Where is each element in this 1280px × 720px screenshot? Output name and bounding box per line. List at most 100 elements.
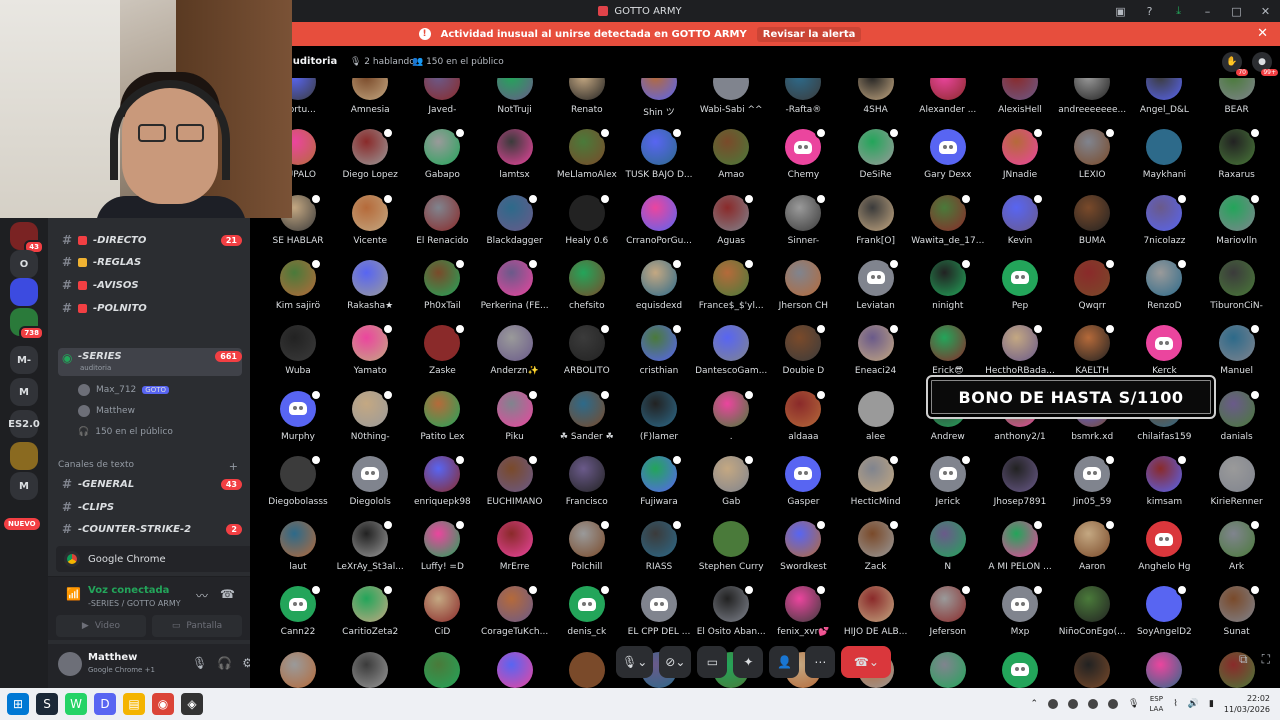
camera-button[interactable]: ⊘ ⌄ [659, 646, 692, 678]
participant-tile[interactable]: Qwqrr [1056, 254, 1128, 319]
participant-tile[interactable]: Murphy [262, 385, 334, 450]
clock[interactable]: 22:02 11/03/2026 [1224, 693, 1270, 715]
participant-tile[interactable]: Jeferson [912, 580, 984, 645]
participant-tile[interactable]: HIJO DE ALB... [840, 580, 912, 645]
discord-icon[interactable]: D [94, 693, 116, 715]
participant-tile[interactable]: Piku [479, 385, 551, 450]
participant-tile[interactable]: NotTruji [479, 78, 551, 123]
participant-tile[interactable]: Aguas [695, 189, 767, 254]
add-channel-icon[interactable]: + [229, 460, 238, 473]
participant-tile[interactable]: Anghelo Hg [1128, 515, 1200, 580]
participant-tile[interactable]: BEAR [1201, 78, 1273, 123]
participant-tile[interactable]: RenzoD [1128, 254, 1200, 319]
participant-tile[interactable]: ARBOLITO [551, 319, 623, 384]
participant-tile[interactable] [406, 646, 478, 688]
participant-tile[interactable]: Maykhani [1128, 123, 1200, 188]
participant-tile[interactable]: Patito Lex [406, 385, 478, 450]
chevron-down-icon[interactable]: ⌄ [869, 655, 879, 669]
participant-tile[interactable]: NiñoConEgo(... [1056, 580, 1128, 645]
video-button[interactable]: ▶ Video [56, 615, 146, 637]
participant-tile[interactable]: Leviatan [840, 254, 912, 319]
participant-tile[interactable]: Kevin [984, 189, 1056, 254]
participant-tile[interactable] [912, 646, 984, 688]
participant-tile[interactable]: Perkerina (FE... [479, 254, 551, 319]
participant-tile[interactable]: Gasper [767, 450, 839, 515]
mic-icon[interactable]: 🎙 [1128, 699, 1139, 709]
participant-tile[interactable]: Stephen Curry [695, 515, 767, 580]
participant-tile[interactable]: Anderzn✨ [479, 319, 551, 384]
stage-user[interactable]: Max_712 GOTO [78, 381, 170, 399]
participant-tile[interactable]: andreeeeeee... [1056, 78, 1128, 123]
voice-channel-name[interactable]: -SERIES / GOTTO ARMY [88, 599, 181, 608]
app-icon[interactable]: ◈ [181, 693, 203, 715]
screen-share-button[interactable]: ▭ Pantalla [152, 615, 242, 637]
participant-tile[interactable]: Gabapo [406, 123, 478, 188]
more-button[interactable]: ⋯ [805, 646, 836, 678]
tray-app-icon[interactable] [1068, 699, 1079, 709]
participant-tile[interactable]: chefsito [551, 254, 623, 319]
tray-app-icon[interactable] [1088, 699, 1099, 709]
participant-tile[interactable]: CorageTuKch... [479, 580, 551, 645]
participant-tile[interactable] [479, 646, 551, 688]
participant-tile[interactable]: MeLlamoAlex [551, 123, 623, 188]
participant-tile[interactable]: Wawita_de_17... [911, 189, 984, 254]
participant-tile[interactable]: Doubie D [767, 319, 839, 384]
mute-button[interactable]: 🎙 ⌄ [616, 646, 654, 678]
battery-icon[interactable]: ▮ [1209, 699, 1214, 709]
participant-tile[interactable]: Diegobolasss [262, 450, 334, 515]
participant-tile[interactable] [1128, 646, 1200, 688]
participant-tile[interactable]: Amao [695, 123, 767, 188]
participant-tile[interactable]: Zaske [406, 319, 478, 384]
participant-tile[interactable]: Shin ツ [623, 78, 695, 123]
participant-tile[interactable]: HecticMind [840, 450, 912, 515]
participant-tile[interactable]: 4SHA [840, 78, 912, 123]
participant-tile[interactable]: LeXrAy_St3al... [334, 515, 406, 580]
participant-tile[interactable]: Aaron [1056, 515, 1128, 580]
participant-tile[interactable]: CaritioZeta2 [334, 580, 406, 645]
participant-tile[interactable]: Sunat [1201, 580, 1273, 645]
participant-tile[interactable]: CiD [406, 580, 478, 645]
close-icon[interactable]: ✕ [1257, 26, 1268, 41]
disconnect-icon[interactable]: ☎ [220, 587, 235, 601]
participant-tile[interactable]: -Rafta® [767, 78, 839, 123]
participant-tile[interactable]: Diegolols [334, 450, 406, 515]
participant-tile[interactable]: Wabi-Sabi ^^ [695, 78, 767, 123]
participant-tile[interactable]: Jerick [912, 450, 984, 515]
participant-tile[interactable]: Sinner- [767, 189, 839, 254]
language-indicator[interactable]: ESP LAA [1149, 694, 1163, 714]
participant-tile[interactable] [1056, 646, 1128, 688]
participant-tile[interactable]: N0thing- [334, 385, 406, 450]
participant-tile[interactable]: cristhian [623, 319, 695, 384]
participant-tile[interactable]: JNnadie [984, 123, 1056, 188]
participant-tile[interactable]: Francisco [551, 450, 623, 515]
participant-tile[interactable] [262, 646, 334, 688]
participants-icon[interactable]: ● 99+ [1252, 52, 1278, 76]
participant-tile[interactable]: DantescoGam... [695, 319, 767, 384]
participant-tile[interactable]: Jherson CH [767, 254, 839, 319]
participant-tile[interactable]: Mxp [984, 580, 1056, 645]
headphones-icon[interactable]: 🎧 [217, 656, 232, 670]
windows-start-icon[interactable]: ⊞ [7, 693, 29, 715]
participant-tile[interactable]: Ph0xTail [406, 254, 478, 319]
participant-tile[interactable]: Renato [551, 78, 623, 123]
microphone-icon[interactable]: 🎙 [192, 656, 207, 670]
participant-tile[interactable]: fenix_xvr💕 [767, 580, 839, 645]
participant-tile[interactable]: CrranoPorGu... [623, 189, 695, 254]
network-icon[interactable]: ⌇ [1173, 699, 1177, 709]
participant-tile[interactable]: RIASS [623, 515, 695, 580]
participant-tile[interactable]: AlexisHell [984, 78, 1056, 123]
channel-item[interactable]: # -REGLAS [58, 252, 242, 272]
whatsapp-icon[interactable]: W [65, 693, 87, 715]
participant-tile[interactable] [984, 646, 1056, 688]
participant-tile[interactable]: Wuba [262, 319, 334, 384]
participant-tile[interactable]: alee [840, 385, 912, 450]
participant-tile[interactable]: France$_$'yl... [695, 254, 767, 319]
popout-icon[interactable]: ⧉ [1239, 652, 1248, 667]
close-window-button[interactable]: ✕ [1251, 0, 1280, 22]
participant-tile[interactable]: Gab [695, 450, 767, 515]
folder-icon[interactable]: ▤ [123, 693, 145, 715]
participant-tile[interactable]: Zack [840, 515, 912, 580]
participant-tile[interactable]: Fujiwara [623, 450, 695, 515]
participant-tile[interactable]: TUSK BAJO D... [623, 123, 695, 188]
participant-tile[interactable]: El Osito Aban... [695, 580, 767, 645]
